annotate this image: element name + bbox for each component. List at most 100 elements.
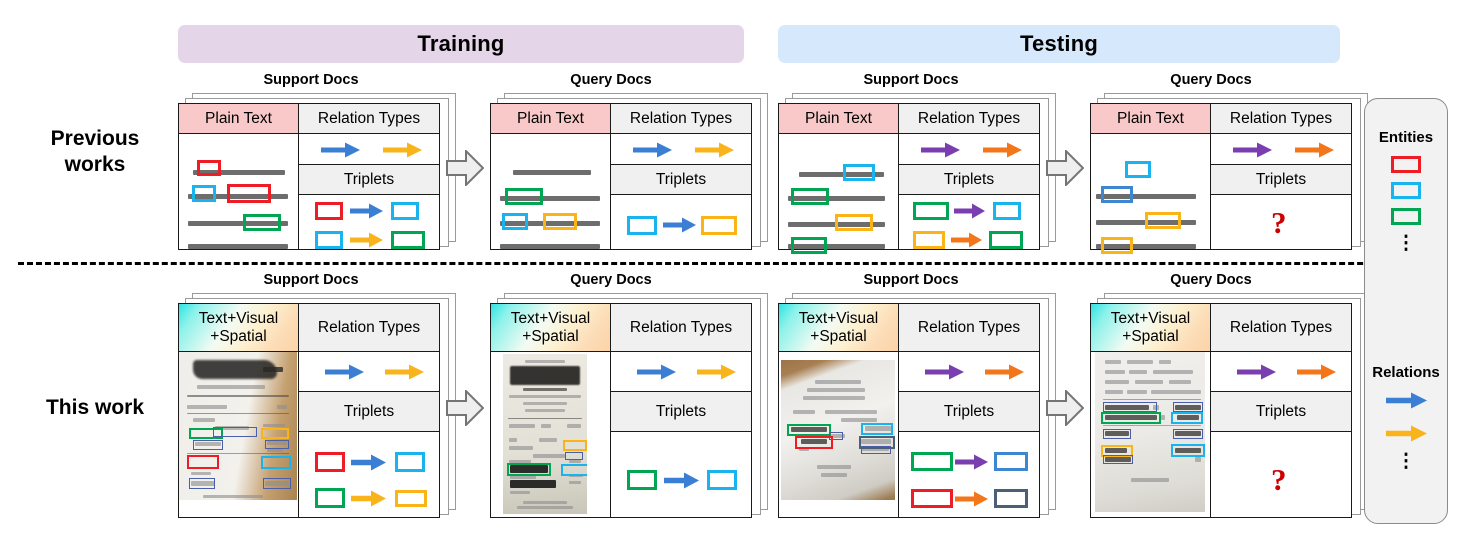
document-image-body <box>491 352 610 517</box>
doc-card[interactable]: Text+Visual +Spatial Relation Types Trip… <box>490 303 752 518</box>
relation-arrow-orange <box>1297 364 1336 380</box>
annotation-box-cyan <box>861 423 893 435</box>
annotation-box-blue-soft <box>861 446 891 454</box>
document-image-body <box>1091 352 1210 517</box>
receipt-text-blur <box>533 454 565 458</box>
entity-box-yellow <box>1145 212 1181 229</box>
deck-prev-training-query[interactable]: Plain Text Relation Types Triplets <box>490 93 768 250</box>
entity-box-cyan <box>502 213 528 230</box>
annotation-box-green <box>507 463 551 476</box>
triplets-body: ? <box>1211 432 1351 517</box>
relation-arrow-purple <box>1233 142 1272 158</box>
doc-card[interactable]: Text+Visual +Spatial Relation Types Trip… <box>778 303 1040 518</box>
receipt-text-blur <box>187 405 227 409</box>
receipt-text-blur <box>525 360 565 363</box>
relation-arrow-purple <box>921 142 960 158</box>
triplet-arrow-orange <box>951 232 982 248</box>
triplet-tail-blue <box>994 452 1028 471</box>
relation-arrow-purple <box>925 364 964 380</box>
relation-arrow-purple <box>1237 364 1276 380</box>
caption-this-testing-query: Query Docs <box>1170 272 1252 288</box>
receipt-text-blur <box>525 409 565 412</box>
receipt-image-noodle <box>179 352 297 500</box>
entity-box-green <box>243 214 281 231</box>
receipt-text-blur <box>1105 370 1125 374</box>
receipt-text-blur <box>523 388 567 391</box>
deck-this-testing-query[interactable]: Text+Visual +Spatial Relation Types Trip… <box>1090 293 1368 518</box>
column-header-text-visual-spatial: Text+Visual +Spatial <box>779 304 898 352</box>
doc-card[interactable]: Plain Text Relation Types Triplets ? <box>1090 103 1352 254</box>
triplet-arrow-blue <box>663 217 696 233</box>
deck-prev-testing-query[interactable]: Plain Text Relation Types Triplets ? <box>1090 93 1368 254</box>
column-header-plain-text: Plain Text <box>179 104 298 134</box>
receipt-text-blur <box>541 424 551 428</box>
doc-card[interactable]: Plain Text Relation Types Triplets <box>490 103 752 250</box>
column-header-triplets: Triplets <box>299 392 439 432</box>
deck-this-testing-support[interactable]: Text+Visual +Spatial Relation Types Trip… <box>778 293 1056 518</box>
doc-card[interactable]: Plain Text Relation Types Triplets <box>778 103 1040 254</box>
plain-text-body <box>779 134 898 254</box>
deck-prev-testing-support[interactable]: Plain Text Relation Types Triplets <box>778 93 1056 254</box>
deck-prev-training-support[interactable]: Plain Text Relation Types Triplets <box>178 93 456 250</box>
receipt-text-blur <box>539 438 557 442</box>
annotation-column: Relation Types Triplets <box>299 304 439 517</box>
doc-card[interactable]: Text+Visual +Spatial Relation Types Trip… <box>178 303 440 518</box>
phase-banner-training: Training <box>178 25 744 63</box>
annotation-box-blue-soft <box>1173 402 1203 412</box>
relation-types-body <box>611 352 751 392</box>
column-header-relation-types: Relation Types <box>611 104 751 134</box>
column-header-line1: Text+Visual <box>198 310 279 328</box>
annotation-box-cyan <box>1171 412 1203 424</box>
annotation-box-yellow <box>563 440 587 451</box>
row-label-this-work: This work <box>20 395 170 421</box>
triplet-tail-green <box>989 231 1023 249</box>
triplet-arrow-blue <box>664 472 699 489</box>
relation-arrow-orange <box>983 142 1022 158</box>
entity-box-cyan <box>192 185 216 202</box>
relation-types-body <box>299 352 439 392</box>
deck-this-training-query[interactable]: Text+Visual +Spatial Relation Types Trip… <box>490 293 768 518</box>
entity-box-red <box>197 160 221 176</box>
receipt-rule <box>508 418 582 419</box>
doc-card[interactable]: Plain Text Relation Types Triplets <box>178 103 440 250</box>
receipt-title-dynamic <box>510 366 580 385</box>
relation-arrow-orange <box>985 364 1024 380</box>
deck-this-training-support[interactable]: Text+Visual +Spatial Relation Types Trip… <box>178 293 456 518</box>
plain-text-column: Plain Text <box>179 104 299 249</box>
receipt-text-blur <box>203 495 263 498</box>
legend-panel: Entities ⋮ Relations ⋮ <box>1364 98 1448 524</box>
entity-box-green <box>791 237 827 254</box>
triplet-head-green <box>911 452 953 471</box>
triplets-body <box>611 432 751 517</box>
receipt-text-blur <box>197 385 265 389</box>
relation-types-body <box>1211 134 1351 165</box>
triplet-tail-cyan <box>707 470 737 490</box>
annotation-box-green <box>787 424 831 436</box>
doc-card[interactable]: Text+Visual +Spatial Relation Types Trip… <box>1090 303 1352 518</box>
receipt-text-blur <box>1129 370 1147 374</box>
receipt-text-blur <box>1127 360 1153 364</box>
annotation-box-blue-soft <box>829 432 843 440</box>
triplets-body: ? <box>1211 195 1351 249</box>
receipt-image-dynamic <box>503 354 587 514</box>
annotation-box-blue-soft <box>1103 429 1131 439</box>
relation-arrow-yellow <box>695 142 734 158</box>
text-line <box>188 244 288 249</box>
flow-arrow-training-top <box>446 150 484 186</box>
triplets-body <box>899 432 1039 517</box>
annotation-box-yellow <box>261 428 289 439</box>
column-header-text-visual-spatial: Text+Visual +Spatial <box>1091 304 1210 352</box>
annotation-box-blue-soft <box>263 478 291 489</box>
triplet-arrow-blue <box>350 203 383 219</box>
receipt-text-blur <box>1105 360 1121 364</box>
relation-types-body <box>299 134 439 165</box>
column-header-line1: Text+Visual <box>510 310 591 328</box>
legend-title-relations: Relations <box>1372 364 1440 381</box>
triplets-body <box>899 195 1039 249</box>
phase-banner-testing: Testing <box>778 25 1340 63</box>
relation-types-body <box>611 134 751 165</box>
triplet-head-cyan <box>315 231 343 249</box>
triplet-arrow-yellow <box>351 490 386 507</box>
annotation-box-red <box>187 455 219 469</box>
annotation-column: Relation Types Triplets <box>611 104 751 249</box>
